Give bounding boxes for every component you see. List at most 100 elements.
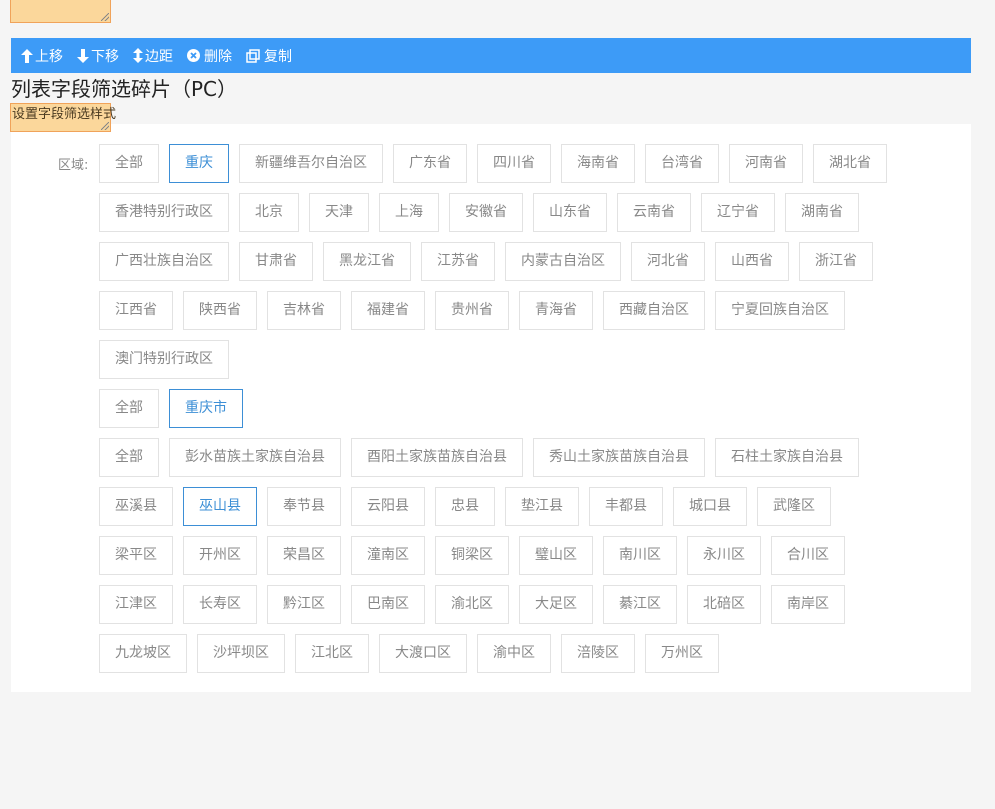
province-option[interactable]: 山西省	[715, 242, 789, 281]
move-up-button[interactable]: 上移	[21, 46, 63, 66]
province-option[interactable]: 河北省	[631, 242, 705, 281]
county-option[interactable]: 渝北区	[435, 585, 509, 624]
county-option[interactable]: 酉阳土家族苗族自治县	[351, 438, 523, 477]
top-resizable-block[interactable]	[10, 0, 111, 23]
province-option[interactable]: 全部	[99, 144, 159, 183]
copy-button[interactable]: 复制	[246, 46, 292, 66]
county-option[interactable]: 奉节县	[267, 487, 341, 526]
county-option[interactable]: 合川区	[771, 536, 845, 575]
region-label: 区域:	[58, 158, 89, 173]
province-option[interactable]: 吉林省	[267, 291, 341, 330]
margin-button[interactable]: 边距	[133, 46, 173, 66]
province-option[interactable]: 贵州省	[435, 291, 509, 330]
province-option[interactable]: 甘肃省	[239, 242, 313, 281]
move-down-label: 下移	[91, 48, 119, 65]
province-option[interactable]: 湖北省	[813, 144, 887, 183]
province-option[interactable]: 江苏省	[421, 242, 495, 281]
resize-grip-icon[interactable]	[101, 13, 109, 21]
fragment-toolbar: 上移 下移 边距 删除 复制	[11, 38, 971, 73]
province-option[interactable]: 四川省	[477, 144, 551, 183]
province-option[interactable]: 宁夏回族自治区	[715, 291, 845, 330]
province-option[interactable]: 福建省	[351, 291, 425, 330]
county-option[interactable]: 万州区	[645, 634, 719, 673]
arrow-up-icon	[21, 48, 33, 63]
county-option[interactable]: 长寿区	[183, 585, 257, 624]
county-option[interactable]: 大足区	[519, 585, 593, 624]
province-option[interactable]: 天津	[309, 193, 369, 232]
page-title: 列表字段筛选碎片（PC）	[11, 77, 238, 101]
county-option[interactable]: 黔江区	[267, 585, 341, 624]
province-option[interactable]: 安徽省	[449, 193, 523, 232]
arrow-up-down-icon	[133, 48, 143, 63]
county-option[interactable]: 江津区	[99, 585, 173, 624]
county-option[interactable]: 綦江区	[603, 585, 677, 624]
county-option[interactable]: 铜梁区	[435, 536, 509, 575]
county-option[interactable]: 城口县	[673, 487, 747, 526]
county-option[interactable]: 秀山土家族苗族自治县	[533, 438, 705, 477]
county-option[interactable]: 荣昌区	[267, 536, 341, 575]
province-option[interactable]: 新疆维吾尔自治区	[239, 144, 383, 183]
move-up-label: 上移	[35, 48, 63, 65]
city-option[interactable]: 重庆市	[169, 389, 243, 428]
county-option[interactable]: 巫溪县	[99, 487, 173, 526]
province-option[interactable]: 广西壮族自治区	[99, 242, 229, 281]
county-option[interactable]: 武隆区	[757, 487, 831, 526]
county-option[interactable]: 彭水苗族土家族自治县	[169, 438, 341, 477]
province-option[interactable]: 河南省	[729, 144, 803, 183]
county-option[interactable]: 沙坪坝区	[197, 634, 285, 673]
county-option[interactable]: 璧山区	[519, 536, 593, 575]
province-option[interactable]: 广东省	[393, 144, 467, 183]
province-option[interactable]: 山东省	[533, 193, 607, 232]
province-option[interactable]: 陕西省	[183, 291, 257, 330]
style-settings-block[interactable]: 设置字段筛选样式	[10, 103, 116, 132]
province-option[interactable]: 辽宁省	[701, 193, 775, 232]
resize-grip-icon[interactable]	[101, 122, 109, 130]
county-option[interactable]: 梁平区	[99, 536, 173, 575]
county-option[interactable]: 云阳县	[351, 487, 425, 526]
province-option[interactable]: 西藏自治区	[603, 291, 705, 330]
county-option[interactable]: 潼南区	[351, 536, 425, 575]
province-option[interactable]: 海南省	[561, 144, 635, 183]
province-option[interactable]: 台湾省	[645, 144, 719, 183]
county-option[interactable]: 开州区	[183, 536, 257, 575]
close-circle-icon	[187, 49, 200, 62]
county-option[interactable]: 九龙坡区	[99, 634, 187, 673]
province-option[interactable]: 内蒙古自治区	[505, 242, 621, 281]
county-filter-group: 全部 彭水苗族土家族自治县 酉阳土家族苗族自治县 秀山土家族苗族自治县 石柱土家族自治县…	[99, 438, 899, 683]
province-option[interactable]: 上海	[379, 193, 439, 232]
province-option[interactable]: 黑龙江省	[323, 242, 411, 281]
delete-label: 删除	[204, 48, 232, 65]
county-option[interactable]: 北碚区	[687, 585, 761, 624]
county-option[interactable]: 全部	[99, 438, 159, 477]
county-option[interactable]: 渝中区	[477, 634, 551, 673]
province-option[interactable]: 江西省	[99, 291, 173, 330]
city-option[interactable]: 全部	[99, 389, 159, 428]
province-option[interactable]: 香港特别行政区	[99, 193, 229, 232]
province-filter-group: 全部 重庆 新疆维吾尔自治区 广东省 四川省 海南省 台湾省 河南省 湖北省香港特别行政区 北京天…	[99, 144, 899, 389]
province-option[interactable]: 湖南省	[785, 193, 859, 232]
county-option[interactable]: 巫山县	[183, 487, 257, 526]
county-option[interactable]: 石柱土家族自治县	[715, 438, 859, 477]
county-option[interactable]: 垫江县	[505, 487, 579, 526]
county-option[interactable]: 丰都县	[589, 487, 663, 526]
county-option[interactable]: 永川区	[687, 536, 761, 575]
province-option[interactable]: 重庆	[169, 144, 229, 183]
move-down-button[interactable]: 下移	[77, 46, 119, 66]
margin-label: 边距	[145, 48, 173, 65]
county-option[interactable]: 江北区	[295, 634, 369, 673]
county-option[interactable]: 大渡口区	[379, 634, 467, 673]
province-option[interactable]: 澳门特别行政区	[99, 340, 229, 379]
province-option[interactable]: 浙江省	[799, 242, 873, 281]
province-option[interactable]: 云南省	[617, 193, 691, 232]
county-option[interactable]: 南岸区	[771, 585, 845, 624]
county-option[interactable]: 南川区	[603, 536, 677, 575]
copy-label: 复制	[264, 48, 292, 65]
province-option[interactable]: 青海省	[519, 291, 593, 330]
arrow-down-icon	[77, 48, 89, 63]
county-option[interactable]: 巴南区	[351, 585, 425, 624]
province-option[interactable]: 北京	[239, 193, 299, 232]
filter-panel: 区域: 全部 重庆 新疆维吾尔自治区 广东省 四川省 海南省 台湾省 河南省 湖北省 香港特别行政…	[11, 124, 971, 692]
county-option[interactable]: 涪陵区	[561, 634, 635, 673]
delete-button[interactable]: 删除	[187, 46, 232, 66]
county-option[interactable]: 忠县	[435, 487, 495, 526]
